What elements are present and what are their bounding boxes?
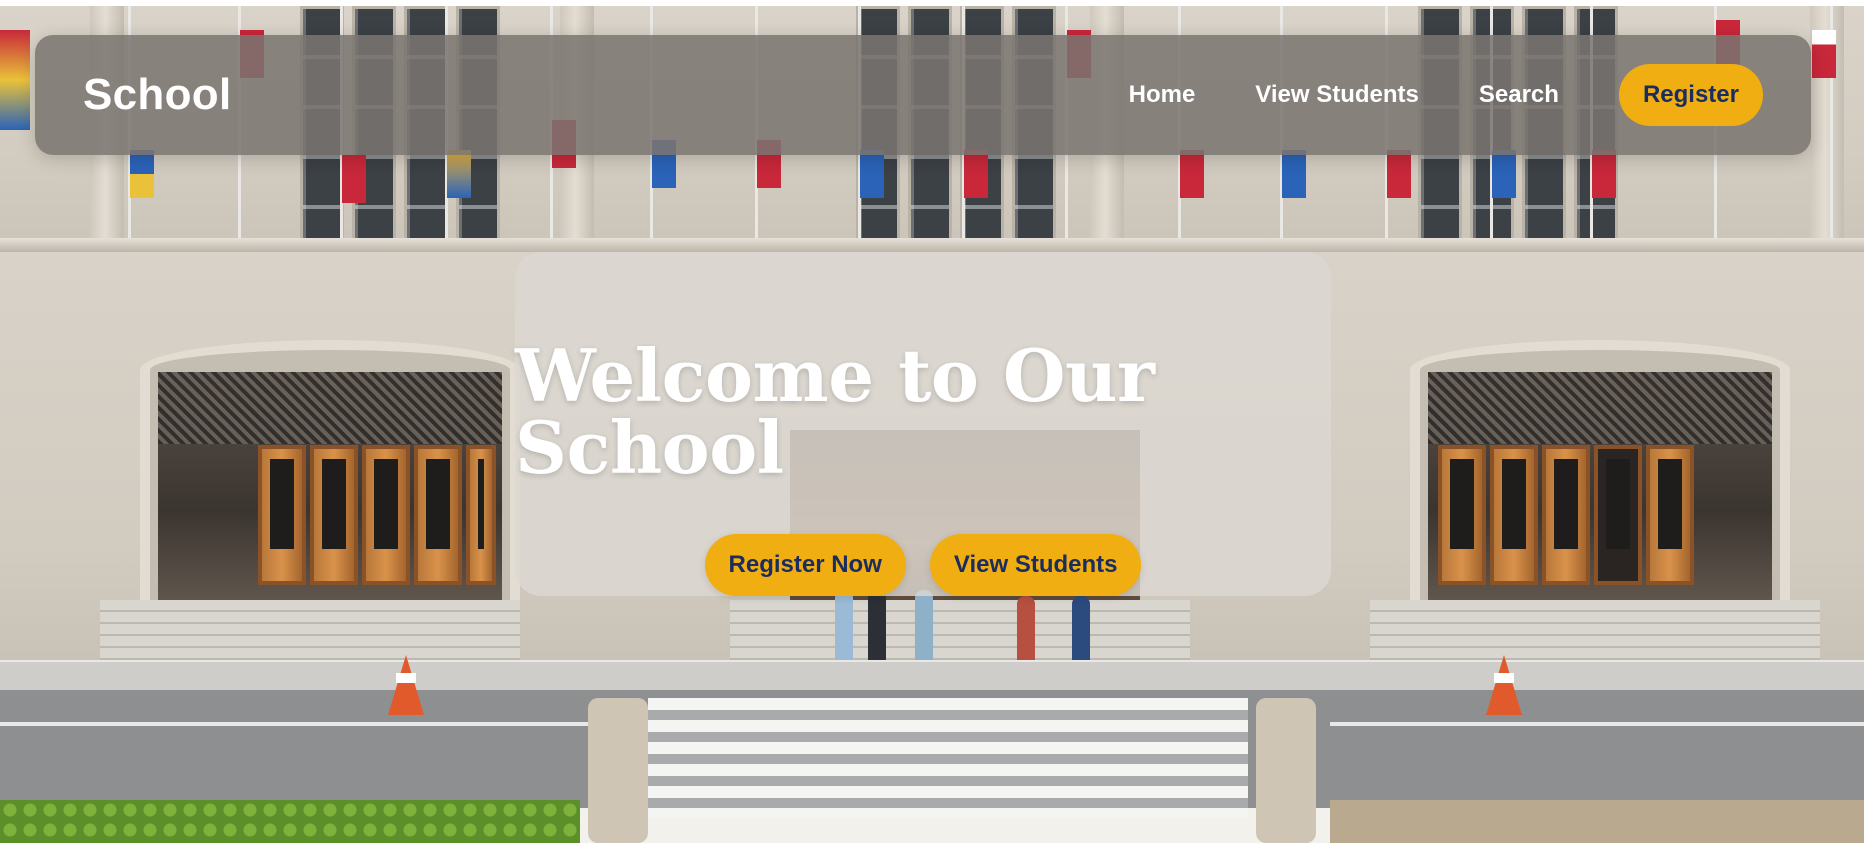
flag-icon bbox=[1492, 150, 1516, 198]
cornice bbox=[0, 238, 1864, 252]
nav-links: Home View Students Search Register bbox=[1129, 64, 1763, 126]
flag-icon bbox=[0, 30, 30, 130]
flag-icon bbox=[860, 150, 884, 198]
person bbox=[868, 590, 886, 670]
traffic-cone-icon bbox=[388, 655, 424, 715]
nav-register-button[interactable]: Register bbox=[1618, 64, 1763, 126]
steps bbox=[1370, 600, 1820, 660]
curb bbox=[588, 698, 648, 843]
road-line bbox=[1330, 722, 1864, 726]
flag-icon bbox=[1180, 150, 1204, 198]
nav-link-search[interactable]: Search bbox=[1479, 81, 1559, 109]
flag-icon bbox=[1387, 150, 1411, 198]
hero-title: Welcome to Our School bbox=[515, 333, 1155, 490]
flag-icon bbox=[1812, 30, 1836, 78]
right-entrance-arch bbox=[1410, 340, 1790, 625]
flag-icon bbox=[342, 155, 366, 203]
curb bbox=[1256, 698, 1316, 843]
traffic-cone-icon bbox=[1486, 655, 1522, 715]
flag-icon bbox=[447, 150, 471, 198]
view-students-button[interactable]: View Students bbox=[929, 534, 1142, 596]
hero-card: Welcome to Our School Register Now View … bbox=[515, 252, 1331, 596]
main-navbar: School Home View Students Search Registe… bbox=[35, 35, 1811, 155]
flag-icon bbox=[130, 150, 154, 198]
person bbox=[835, 590, 853, 670]
left-entrance-arch bbox=[140, 340, 520, 625]
road-line bbox=[0, 722, 600, 726]
person bbox=[915, 590, 933, 670]
flag-icon bbox=[964, 150, 988, 198]
steps bbox=[100, 600, 520, 660]
brand-logo-link[interactable]: School bbox=[83, 70, 231, 120]
nav-link-view-students[interactable]: View Students bbox=[1255, 81, 1419, 109]
flag-icon bbox=[1592, 150, 1616, 198]
register-now-button[interactable]: Register Now bbox=[704, 534, 906, 596]
sidewalk bbox=[0, 660, 1864, 692]
planter bbox=[1330, 800, 1864, 843]
steps bbox=[730, 600, 1190, 660]
nav-link-home[interactable]: Home bbox=[1129, 81, 1196, 109]
crosswalk bbox=[648, 698, 1248, 818]
hero-buttons: Register Now View Students bbox=[704, 534, 1142, 596]
flag-icon bbox=[1282, 150, 1306, 198]
hedge bbox=[0, 800, 580, 843]
